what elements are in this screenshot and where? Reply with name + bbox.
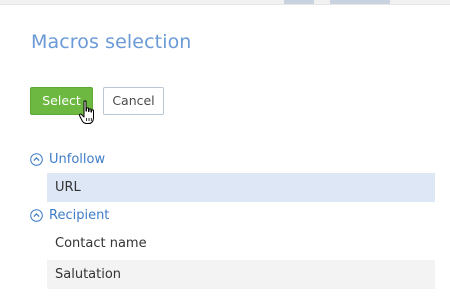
hand-pointer-icon [78,100,94,124]
top-strip-segment [330,0,390,4]
dialog-title: Macros selection [31,31,192,53]
list-item-url[interactable]: URL [47,173,435,202]
top-strip-segment [284,0,314,4]
chevron-up-circle-icon [30,152,43,166]
cancel-button[interactable]: Cancel [103,87,164,115]
group-header-recipient[interactable]: Recipient [30,205,109,225]
window-top-strip [0,0,450,5]
chevron-up-circle-icon [30,208,43,222]
group-label-recipient: Recipient [49,207,110,223]
group-header-unfollow[interactable]: Unfollow [30,149,105,169]
list-item-salutation[interactable]: Salutation [47,260,435,289]
list-item-contact-name[interactable]: Contact name [47,229,435,258]
group-label-unfollow: Unfollow [49,151,106,167]
